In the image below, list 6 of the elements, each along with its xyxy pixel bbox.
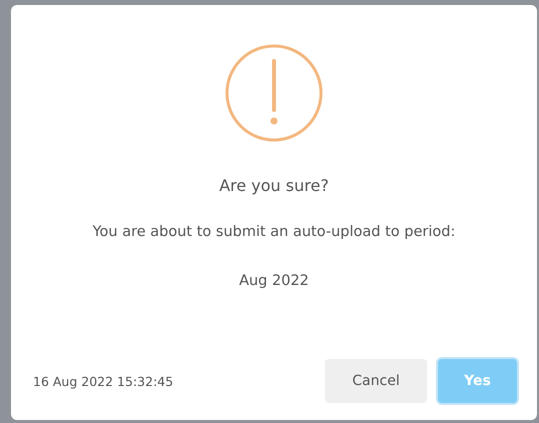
timestamp: 16 Aug 2022 15:32:45 (33, 374, 174, 388)
dialog-title: Are you sure? (219, 176, 329, 195)
period-label: Aug 2022 (239, 273, 309, 289)
cancel-button[interactable]: Cancel (325, 359, 427, 403)
dialog-message: You are about to submit an auto-upload to period: (92, 224, 456, 240)
warning-icon (224, 43, 324, 143)
